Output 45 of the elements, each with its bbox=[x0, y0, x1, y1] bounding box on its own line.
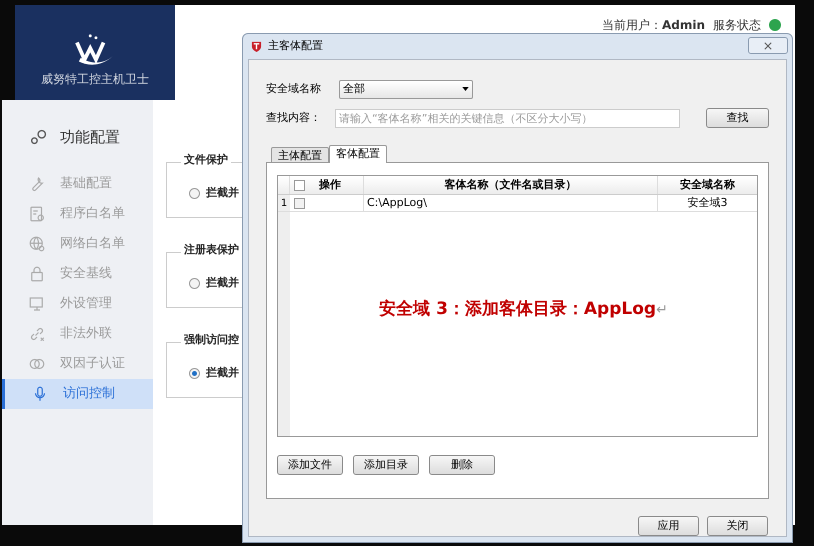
logo-text: 威努特工控主机卫士 bbox=[41, 73, 149, 85]
group-title: 文件保护 bbox=[181, 154, 231, 165]
search-field[interactable]: 请输入“客体名称”相关的关键信息（不区分大小写） bbox=[335, 108, 680, 128]
shield-icon bbox=[251, 41, 262, 52]
tab[interactable]: 主体配置 bbox=[271, 147, 329, 162]
radio-button[interactable] bbox=[189, 278, 200, 289]
field-label: 查找内容： bbox=[266, 110, 322, 126]
list-icon bbox=[28, 205, 46, 223]
annotation-text: 安全域 3：添加客体目录：AppLog↵ bbox=[379, 298, 668, 319]
column-header: 操作 bbox=[319, 176, 341, 193]
dialog-button[interactable]: 删除 bbox=[429, 455, 495, 475]
group-title: 强制访问控 bbox=[181, 334, 242, 345]
dialog-button[interactable]: 查找 bbox=[706, 108, 769, 128]
dialog-button[interactable]: 关闭 bbox=[707, 516, 768, 536]
dialog-button[interactable]: 应用 bbox=[638, 516, 699, 536]
monitor-icon bbox=[28, 295, 46, 313]
broken-link-icon bbox=[28, 325, 46, 343]
globe-icon bbox=[28, 235, 46, 253]
status-label: 服务状态 bbox=[713, 19, 761, 31]
table-cell-text: 安全域3 bbox=[686, 195, 728, 211]
header-checkbox[interactable] bbox=[294, 180, 305, 190]
radio-option[interactable]: 拦截并 bbox=[189, 275, 239, 292]
panel-title: 功能配置 bbox=[60, 126, 120, 148]
table-cell: C:\AppLog\ bbox=[364, 195, 658, 211]
radio-button[interactable] bbox=[189, 188, 200, 199]
field-label: 安全域名称 bbox=[266, 80, 322, 97]
radio-option[interactable]: 拦截并 bbox=[189, 365, 239, 382]
dialog-title: 主客体配置 bbox=[268, 38, 324, 54]
close-icon bbox=[764, 42, 772, 50]
caret-icon bbox=[462, 87, 469, 91]
lock-icon bbox=[28, 265, 46, 283]
sidebar-item[interactable]: 访问控制 bbox=[2, 379, 153, 409]
tab[interactable]: 客体配置 bbox=[329, 145, 387, 163]
column-header: 客体名称（文件名或目录） bbox=[364, 176, 658, 194]
group-title: 注册表保护 bbox=[181, 244, 242, 255]
row-number: 1 bbox=[278, 195, 290, 211]
dialog-button[interactable]: 添加目录 bbox=[353, 455, 419, 475]
row-checkbox[interactable] bbox=[294, 198, 305, 208]
dialog-button[interactable]: 添加文件 bbox=[277, 455, 343, 475]
user-label: 当前用户：Admin bbox=[602, 19, 705, 31]
close-button[interactable] bbox=[748, 37, 788, 54]
radio-button[interactable] bbox=[189, 368, 200, 379]
column-header: 安全域名称 bbox=[679, 176, 736, 193]
radio-option[interactable]: 拦截并 bbox=[189, 185, 239, 202]
domain-dropdown[interactable]: 全部 bbox=[339, 80, 473, 98]
